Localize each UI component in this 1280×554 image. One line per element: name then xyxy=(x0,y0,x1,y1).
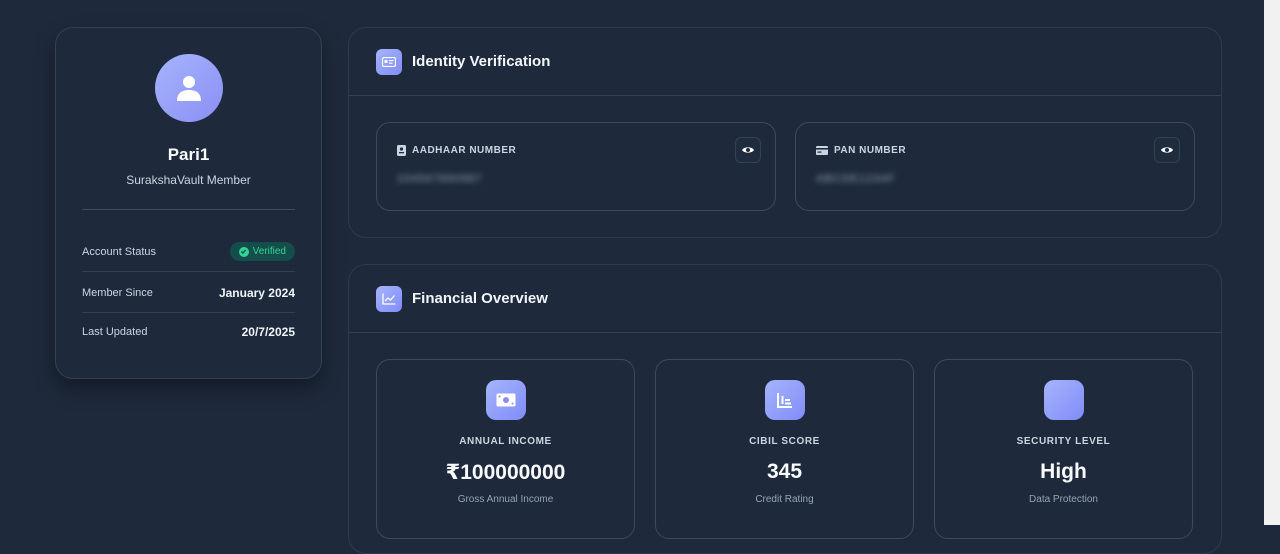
profile-card: Pari1 SurakshaVault Member Account Statu… xyxy=(55,27,322,379)
aadhaar-label-group: AADHAAR NUMBER xyxy=(397,145,516,156)
pan-label-group: PAN NUMBER xyxy=(816,145,906,156)
identity-verification-card: Identity Verification AADHAAR NUMBER 234… xyxy=(348,27,1222,238)
identity-section-title: Identity Verification xyxy=(412,53,551,70)
profile-member-type: SurakshaVault Member xyxy=(126,173,251,187)
aadhaar-value: 234567890987 xyxy=(397,173,483,185)
last-updated-row: Last Updated 20/7/2025 xyxy=(82,312,295,352)
aadhaar-reveal-button[interactable] xyxy=(735,137,761,163)
chart-line-icon xyxy=(376,285,402,312)
eye-icon xyxy=(1161,147,1173,153)
member-since-row: Member Since January 2024 xyxy=(82,273,295,313)
annual-income-value: ₹100000000 xyxy=(445,461,566,484)
account-status-label: Account Status xyxy=(82,245,156,258)
identity-section-header: Identity Verification xyxy=(349,28,1221,96)
pan-reveal-button[interactable] xyxy=(1154,137,1180,163)
profile-divider xyxy=(82,209,295,210)
money-icon xyxy=(486,380,526,420)
status-badge: Verified xyxy=(229,242,295,261)
check-circle-icon xyxy=(238,246,249,257)
last-updated-label: Last Updated xyxy=(82,326,148,338)
pan-box: PAN NUMBER ABCDE1234F xyxy=(795,122,1195,211)
financial-section-header: Financial Overview xyxy=(349,265,1221,333)
cibil-score-label: CIBIL SCORE xyxy=(749,436,820,447)
cibil-score-value: 345 xyxy=(766,460,803,483)
security-level-value: High xyxy=(1040,460,1087,483)
profile-username: Pari1 xyxy=(167,145,210,164)
cibil-score-sub: Credit Rating xyxy=(755,494,814,505)
security-level-sub: Data Protection xyxy=(1029,494,1098,505)
shield-icon xyxy=(1044,380,1084,420)
account-status-row: Account Status Verified xyxy=(82,232,295,272)
security-level-label: SECURITY LEVEL xyxy=(1016,436,1111,447)
avatar xyxy=(155,54,223,122)
pan-label: PAN NUMBER xyxy=(834,145,907,156)
user-icon xyxy=(177,76,201,101)
financial-section-title: Financial Overview xyxy=(412,290,548,307)
status-badge-label: Verified xyxy=(252,246,286,257)
annual-income-sub: Gross Annual Income xyxy=(457,494,554,505)
aadhaar-label: AADHAAR NUMBER xyxy=(412,145,517,156)
pan-value: ABCDE1234F xyxy=(816,173,896,185)
id-badge-icon xyxy=(397,145,406,156)
security-level-card: SECURITY LEVEL High Data Protection xyxy=(934,359,1193,539)
annual-income-card: ANNUAL INCOME ₹100000000 Gross Annual In… xyxy=(376,359,635,539)
credit-card-icon xyxy=(816,146,828,155)
id-card-icon xyxy=(376,48,402,75)
last-updated-value: 20/7/2025 xyxy=(241,325,295,339)
eye-icon xyxy=(742,147,754,153)
credit-score-icon xyxy=(765,380,805,420)
member-since-label: Member Since xyxy=(82,286,153,299)
member-since-value: January 2024 xyxy=(218,285,295,300)
cibil-score-card: CIBIL SCORE 345 Credit Rating xyxy=(655,359,914,539)
financial-overview-card: Financial Overview ANNUAL INCOME ₹100000… xyxy=(348,264,1222,554)
page-scrollbar[interactable] xyxy=(1264,0,1280,525)
annual-income-label: ANNUAL INCOME xyxy=(459,436,552,447)
aadhaar-box: AADHAAR NUMBER 234567890987 xyxy=(376,122,776,211)
